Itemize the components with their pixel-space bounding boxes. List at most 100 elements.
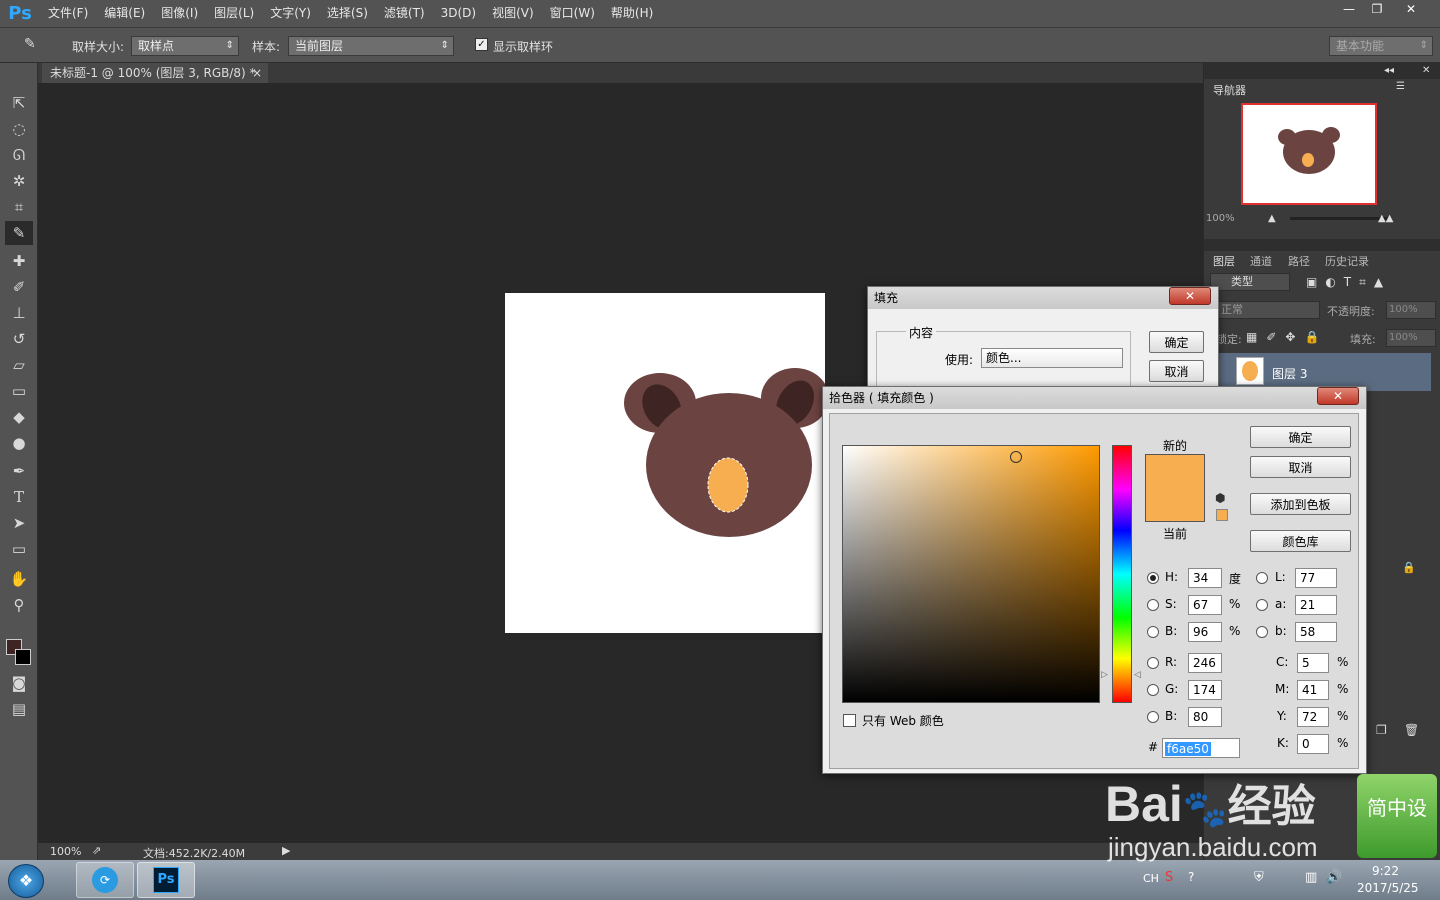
hex-value[interactable]: f6ae50	[1165, 742, 1211, 756]
a-field[interactable]: 21	[1295, 595, 1337, 615]
history-brush-tool-icon[interactable]: ↺	[5, 327, 33, 351]
document-tab[interactable]: 未标题-1 @ 100% (图层 3, RGB/8) * ×	[42, 63, 268, 83]
current-color-swatch[interactable]	[1145, 489, 1205, 522]
eyedropper-tool-icon[interactable]: ✎	[5, 221, 33, 245]
l-radio[interactable]	[1256, 572, 1268, 584]
path-selection-tool-icon[interactable]: ➤	[5, 511, 33, 535]
menu-type[interactable]: 文字(Y)	[262, 0, 319, 27]
dodge-tool-icon[interactable]: ●	[5, 431, 33, 455]
saturation-radio[interactable]	[1147, 599, 1159, 611]
blue-field[interactable]: 80	[1188, 707, 1222, 727]
layer-filter-select[interactable]: 类型	[1210, 273, 1290, 291]
picker-cancel-button[interactable]: 取消	[1250, 456, 1351, 478]
menu-help[interactable]: 帮助(H)	[603, 0, 661, 27]
menu-filter[interactable]: 滤镜(T)	[376, 0, 433, 27]
crop-tool-icon[interactable]: ⌗	[5, 195, 33, 219]
type-tool-icon[interactable]: T	[5, 485, 33, 509]
shape-tool-icon[interactable]: ▭	[5, 537, 33, 561]
menu-3d[interactable]: 3D(D)	[433, 0, 484, 27]
fill-ok-button[interactable]: 确定	[1149, 331, 1204, 353]
l-field[interactable]: 77	[1295, 568, 1337, 588]
move-tool-icon[interactable]: ⇱	[5, 91, 33, 115]
start-button[interactable]: ❖	[8, 864, 44, 898]
hue-slider[interactable]	[1112, 445, 1132, 703]
opacity-field[interactable]: 100%	[1386, 301, 1436, 319]
tab-history[interactable]: 历史记录	[1325, 253, 1369, 269]
tab-channels[interactable]: 通道	[1250, 253, 1272, 269]
help-tray-icon[interactable]: ?	[1188, 870, 1194, 884]
layer-name[interactable]: 图层 3	[1272, 365, 1307, 382]
web-safe-swatch[interactable]	[1216, 509, 1228, 521]
hex-field[interactable]: f6ae50	[1162, 738, 1240, 758]
zoom-tool-icon[interactable]: ⚲	[5, 593, 33, 617]
zoom-level[interactable]: 100%	[50, 845, 81, 858]
network-tray-icon[interactable]: ▥	[1305, 870, 1317, 885]
document-tab-close-icon[interactable]: ×	[252, 63, 262, 83]
add-to-swatches-button[interactable]: 添加到色板	[1250, 493, 1351, 515]
blur-tool-icon[interactable]: ◆	[5, 405, 33, 429]
navigator-preview[interactable]	[1241, 103, 1377, 205]
sample-size-select[interactable]: 取样点	[131, 36, 239, 56]
menu-layer[interactable]: 图层(L)	[206, 0, 262, 27]
workspace-select[interactable]: 基本功能	[1329, 36, 1433, 56]
status-menu-arrow-icon[interactable]: ▶	[282, 844, 290, 857]
menu-window[interactable]: 窗口(W)	[542, 0, 603, 27]
zoom-in-icon[interactable]: ▲▲	[1378, 213, 1393, 224]
brush-tool-icon[interactable]: ✐	[5, 275, 33, 299]
lab-b-field[interactable]: 58	[1295, 622, 1337, 642]
clone-stamp-tool-icon[interactable]: ⊥	[5, 301, 33, 325]
fill-field[interactable]: 100%	[1386, 329, 1436, 347]
show-ring-checkbox[interactable]: ✓	[475, 38, 488, 51]
taskbar-browser[interactable]: ⟳	[76, 862, 134, 898]
fill-dialog-close-button[interactable]: ✕	[1169, 287, 1211, 305]
menu-view[interactable]: 视图(V)	[484, 0, 542, 27]
lasso-tool-icon[interactable]: ᘏ	[5, 143, 33, 167]
web-only-checkbox[interactable]	[843, 714, 856, 727]
tab-paths[interactable]: 路径	[1288, 253, 1310, 269]
volume-tray-icon[interactable]: 🔊	[1326, 870, 1342, 885]
close-window-button[interactable]: ✕	[1394, 0, 1428, 18]
magic-wand-tool-icon[interactable]: ✲	[5, 169, 33, 193]
new-layer-icon[interactable]: ❐	[1376, 723, 1387, 737]
tab-layers[interactable]: 图层	[1213, 253, 1235, 269]
share-icon[interactable]: ⇗	[92, 844, 101, 857]
green-radio[interactable]	[1147, 684, 1159, 696]
marquee-tool-icon[interactable]: ◌	[5, 117, 33, 141]
shield-tray-icon[interactable]: ⛨	[1254, 870, 1264, 885]
b-field[interactable]: 96	[1188, 622, 1222, 642]
color-picker-title[interactable]: 拾色器 ( 填充颜色 )	[823, 387, 1366, 409]
picker-ok-button[interactable]: 确定	[1250, 426, 1351, 448]
blue-radio[interactable]	[1147, 711, 1159, 723]
hue-slider-right-arrow-icon[interactable]: ◁	[1134, 670, 1141, 680]
navigator-zoom[interactable]: 100%	[1206, 213, 1235, 224]
screen-mode-icon[interactable]: ▤	[5, 697, 33, 721]
menu-file[interactable]: 文件(F)	[40, 0, 96, 27]
k-field[interactable]: 0	[1297, 734, 1329, 754]
healing-brush-tool-icon[interactable]: ✚	[5, 249, 33, 273]
menu-edit[interactable]: 编辑(E)	[96, 0, 153, 27]
pen-tool-icon[interactable]: ✒	[5, 459, 33, 483]
sample-select[interactable]: 当前图层	[288, 36, 454, 56]
hue-slider-left-arrow-icon[interactable]: ▷	[1101, 670, 1108, 680]
gradient-tool-icon[interactable]: ▭	[5, 379, 33, 403]
menu-select[interactable]: 选择(S)	[319, 0, 376, 27]
clock-time[interactable]: 9:22	[1372, 864, 1399, 878]
m-field[interactable]: 41	[1297, 680, 1329, 700]
red-radio[interactable]	[1147, 657, 1159, 669]
eyedropper-icon[interactable]: ✎	[24, 36, 36, 52]
color-field[interactable]	[842, 445, 1100, 703]
navigator-tab[interactable]: 导航器	[1213, 82, 1246, 98]
collapse-panels-icon[interactable]: ◂◂	[1384, 65, 1394, 76]
close-panels-icon[interactable]: ✕	[1422, 65, 1430, 76]
taskbar-photoshop[interactable]: Ps	[137, 862, 195, 898]
y-field[interactable]: 72	[1297, 707, 1329, 727]
restore-button[interactable]: ❐	[1360, 0, 1394, 18]
document-canvas[interactable]	[505, 293, 829, 633]
navigator-menu-icon[interactable]: ☰	[1396, 81, 1405, 92]
zoom-out-icon[interactable]: ▲	[1268, 213, 1276, 224]
menu-image[interactable]: 图像(I)	[153, 0, 206, 27]
lab-b-radio[interactable]	[1256, 626, 1268, 638]
a-radio[interactable]	[1256, 599, 1268, 611]
quick-mask-icon[interactable]: ◙	[5, 671, 33, 695]
fill-dialog-title[interactable]: 填充	[868, 287, 1218, 309]
